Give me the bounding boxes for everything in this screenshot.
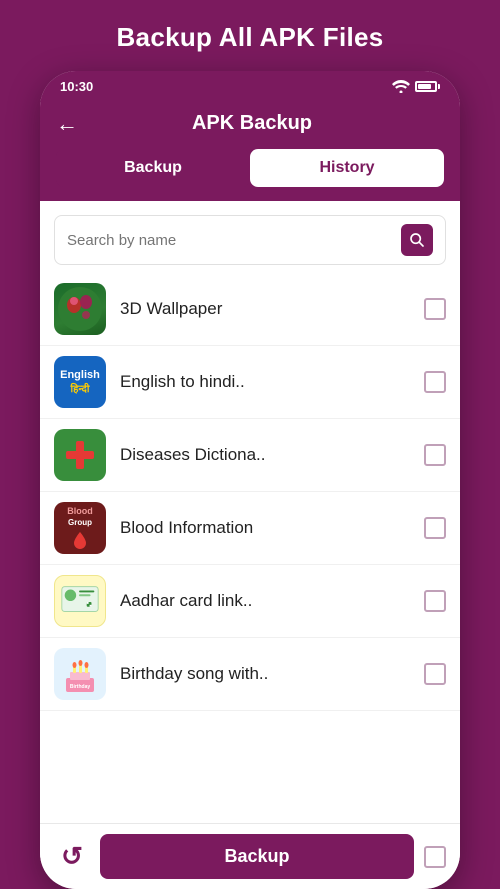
app-checkbox[interactable]: [424, 371, 446, 393]
top-bar: ← APK Backup: [40, 100, 460, 149]
back-button[interactable]: ←: [56, 113, 78, 135]
app-name: Birthday song with..: [120, 664, 410, 684]
status-icons: [392, 80, 440, 93]
app-list: 3D Wallpaper English हिन्दी English to h…: [40, 273, 460, 823]
bottom-checkbox[interactable]: [424, 846, 446, 868]
svg-text:Birthday: Birthday: [70, 684, 91, 690]
app-icon-aadhar: [54, 575, 106, 627]
phone-frame: 10:30 ← APK Backup Backup History: [40, 71, 460, 889]
status-bar: 10:30: [40, 71, 460, 100]
list-item: Aadhar card link..: [40, 565, 460, 638]
app-name: 3D Wallpaper: [120, 299, 410, 319]
search-icon: [409, 232, 425, 248]
app-icon-blood: Blood Group: [54, 502, 106, 554]
list-item: Diseases Dictiona..: [40, 419, 460, 492]
app-name: Blood Information: [120, 518, 410, 538]
search-button[interactable]: [401, 224, 433, 256]
battery-icon: [415, 81, 440, 92]
search-input[interactable]: [67, 232, 393, 249]
app-icon-diseases: [54, 429, 106, 481]
tab-row: Backup History: [40, 149, 460, 201]
bottom-bar: ↺ Backup: [40, 823, 460, 889]
app-icon-english: English हिन्दी: [54, 356, 106, 408]
app-checkbox[interactable]: [424, 298, 446, 320]
status-time: 10:30: [60, 79, 93, 94]
red-cross-icon: [66, 441, 94, 469]
backup-button[interactable]: Backup: [100, 834, 414, 879]
app-checkbox[interactable]: [424, 663, 446, 685]
app-checkbox[interactable]: [424, 517, 446, 539]
topbar-title: APK Backup: [90, 112, 414, 135]
app-icon-wallpaper: [54, 283, 106, 335]
refresh-icon: ↺: [61, 841, 83, 872]
app-name: English to hindi..: [120, 372, 410, 392]
page-title: Backup All APK Files: [96, 0, 403, 71]
app-name: Diseases Dictiona..: [120, 445, 410, 465]
search-bar: [54, 215, 446, 265]
refresh-button[interactable]: ↺: [54, 839, 90, 875]
list-item: Birthday Birthday song with..: [40, 638, 460, 711]
content-area: 3D Wallpaper English हिन्दी English to h…: [40, 201, 460, 823]
list-item: English हिन्दी English to hindi..: [40, 346, 460, 419]
wifi-icon: [392, 80, 410, 93]
app-checkbox[interactable]: [424, 444, 446, 466]
app-checkbox[interactable]: [424, 590, 446, 612]
list-item: 3D Wallpaper: [40, 273, 460, 346]
list-item: Blood Group Blood Information: [40, 492, 460, 565]
app-name: Aadhar card link..: [120, 591, 410, 611]
app-icon-birthday: Birthday: [54, 648, 106, 700]
tab-history[interactable]: History: [250, 149, 444, 187]
tab-backup[interactable]: Backup: [56, 149, 250, 187]
